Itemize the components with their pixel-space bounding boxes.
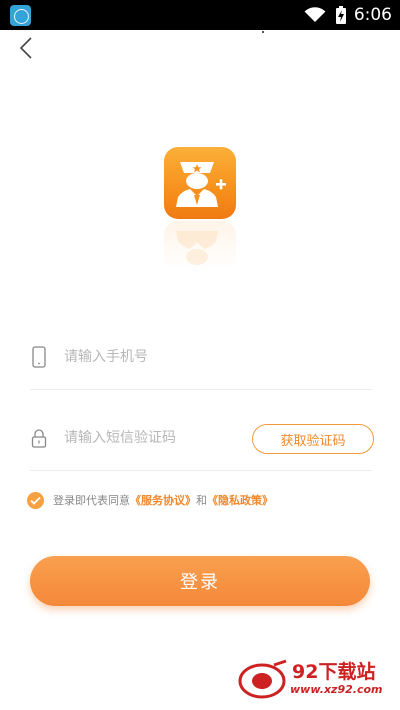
status-right: 6:06 — [304, 0, 392, 30]
privacy-policy-link[interactable]: 《隐私政策》 — [207, 492, 273, 508]
watermark-title: 92下载站 — [292, 661, 376, 683]
sms-code-input[interactable] — [64, 423, 264, 453]
phone-field-row — [30, 326, 372, 390]
wifi-icon — [304, 7, 326, 22]
get-code-button[interactable]: 获取验证码 — [252, 424, 374, 454]
phone-icon — [32, 346, 46, 368]
status-time: 6:06 — [353, 5, 392, 25]
watermark-url: www.xz92.com — [290, 683, 383, 696]
agreement-row: 登录即代表同意 《服务协议》 和 《隐私政策》 — [27, 490, 273, 510]
service-agreement-link[interactable]: 《服务协议》 — [130, 492, 196, 508]
back-button[interactable] — [12, 34, 40, 62]
watermark-logo-icon — [238, 659, 287, 699]
check-icon — [30, 496, 41, 505]
status-bar: 6:06 — [0, 0, 400, 30]
app-notification-icon — [10, 5, 31, 26]
code-field-row: 获取验证码 — [30, 407, 374, 471]
app-logo — [164, 147, 236, 219]
agreement-prefix: 登录即代表同意 — [53, 494, 130, 507]
site-watermark: 92下载站 www.xz92.com — [238, 655, 398, 707]
logo-reflection — [164, 221, 236, 291]
agreement-conjunction: 和 — [196, 494, 207, 507]
lock-icon — [31, 429, 47, 448]
chevron-left-icon — [19, 37, 32, 59]
officer-avatar-plus-icon — [176, 162, 226, 207]
login-button[interactable]: 登录 — [30, 556, 370, 606]
agreement-checkbox[interactable] — [27, 491, 44, 509]
phone-input[interactable] — [64, 342, 264, 372]
decorative-dot — [262, 31, 264, 33]
battery-charging-icon — [335, 6, 346, 24]
logo-reflection-icon — [176, 231, 218, 265]
